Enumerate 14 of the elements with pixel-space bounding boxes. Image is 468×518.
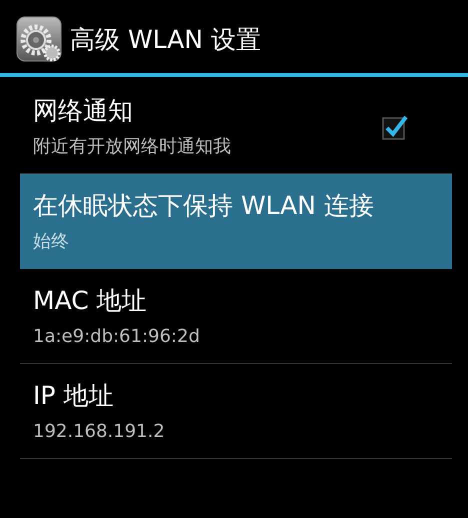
- preference-item[interactable]: IP 地址 192.168.191.2: [20, 364, 452, 459]
- checkbox[interactable]: [382, 114, 408, 140]
- preference-item[interactable]: 在休眠状态下保持 WLAN 连接 始终: [20, 174, 452, 269]
- preference-summary: 192.168.191.2: [33, 420, 166, 444]
- preference-summary: 1a:e9:db:61:96:2d: [33, 325, 201, 349]
- preference-summary: 始终: [33, 230, 70, 254]
- screen-title: 高级 WLAN 设置: [70, 24, 261, 56]
- preference-item[interactable]: MAC 地址 1a:e9:db:61:96:2d: [20, 269, 452, 364]
- settings-icon: [16, 16, 62, 62]
- preference-title: 在休眠状态下保持 WLAN 连接: [33, 190, 375, 222]
- preference-title: MAC 地址: [33, 285, 148, 317]
- preference-title: 网络通知: [33, 95, 134, 127]
- preference-title: IP 地址: [33, 380, 114, 412]
- preference-summary: 附近有开放网络时通知我: [33, 135, 232, 159]
